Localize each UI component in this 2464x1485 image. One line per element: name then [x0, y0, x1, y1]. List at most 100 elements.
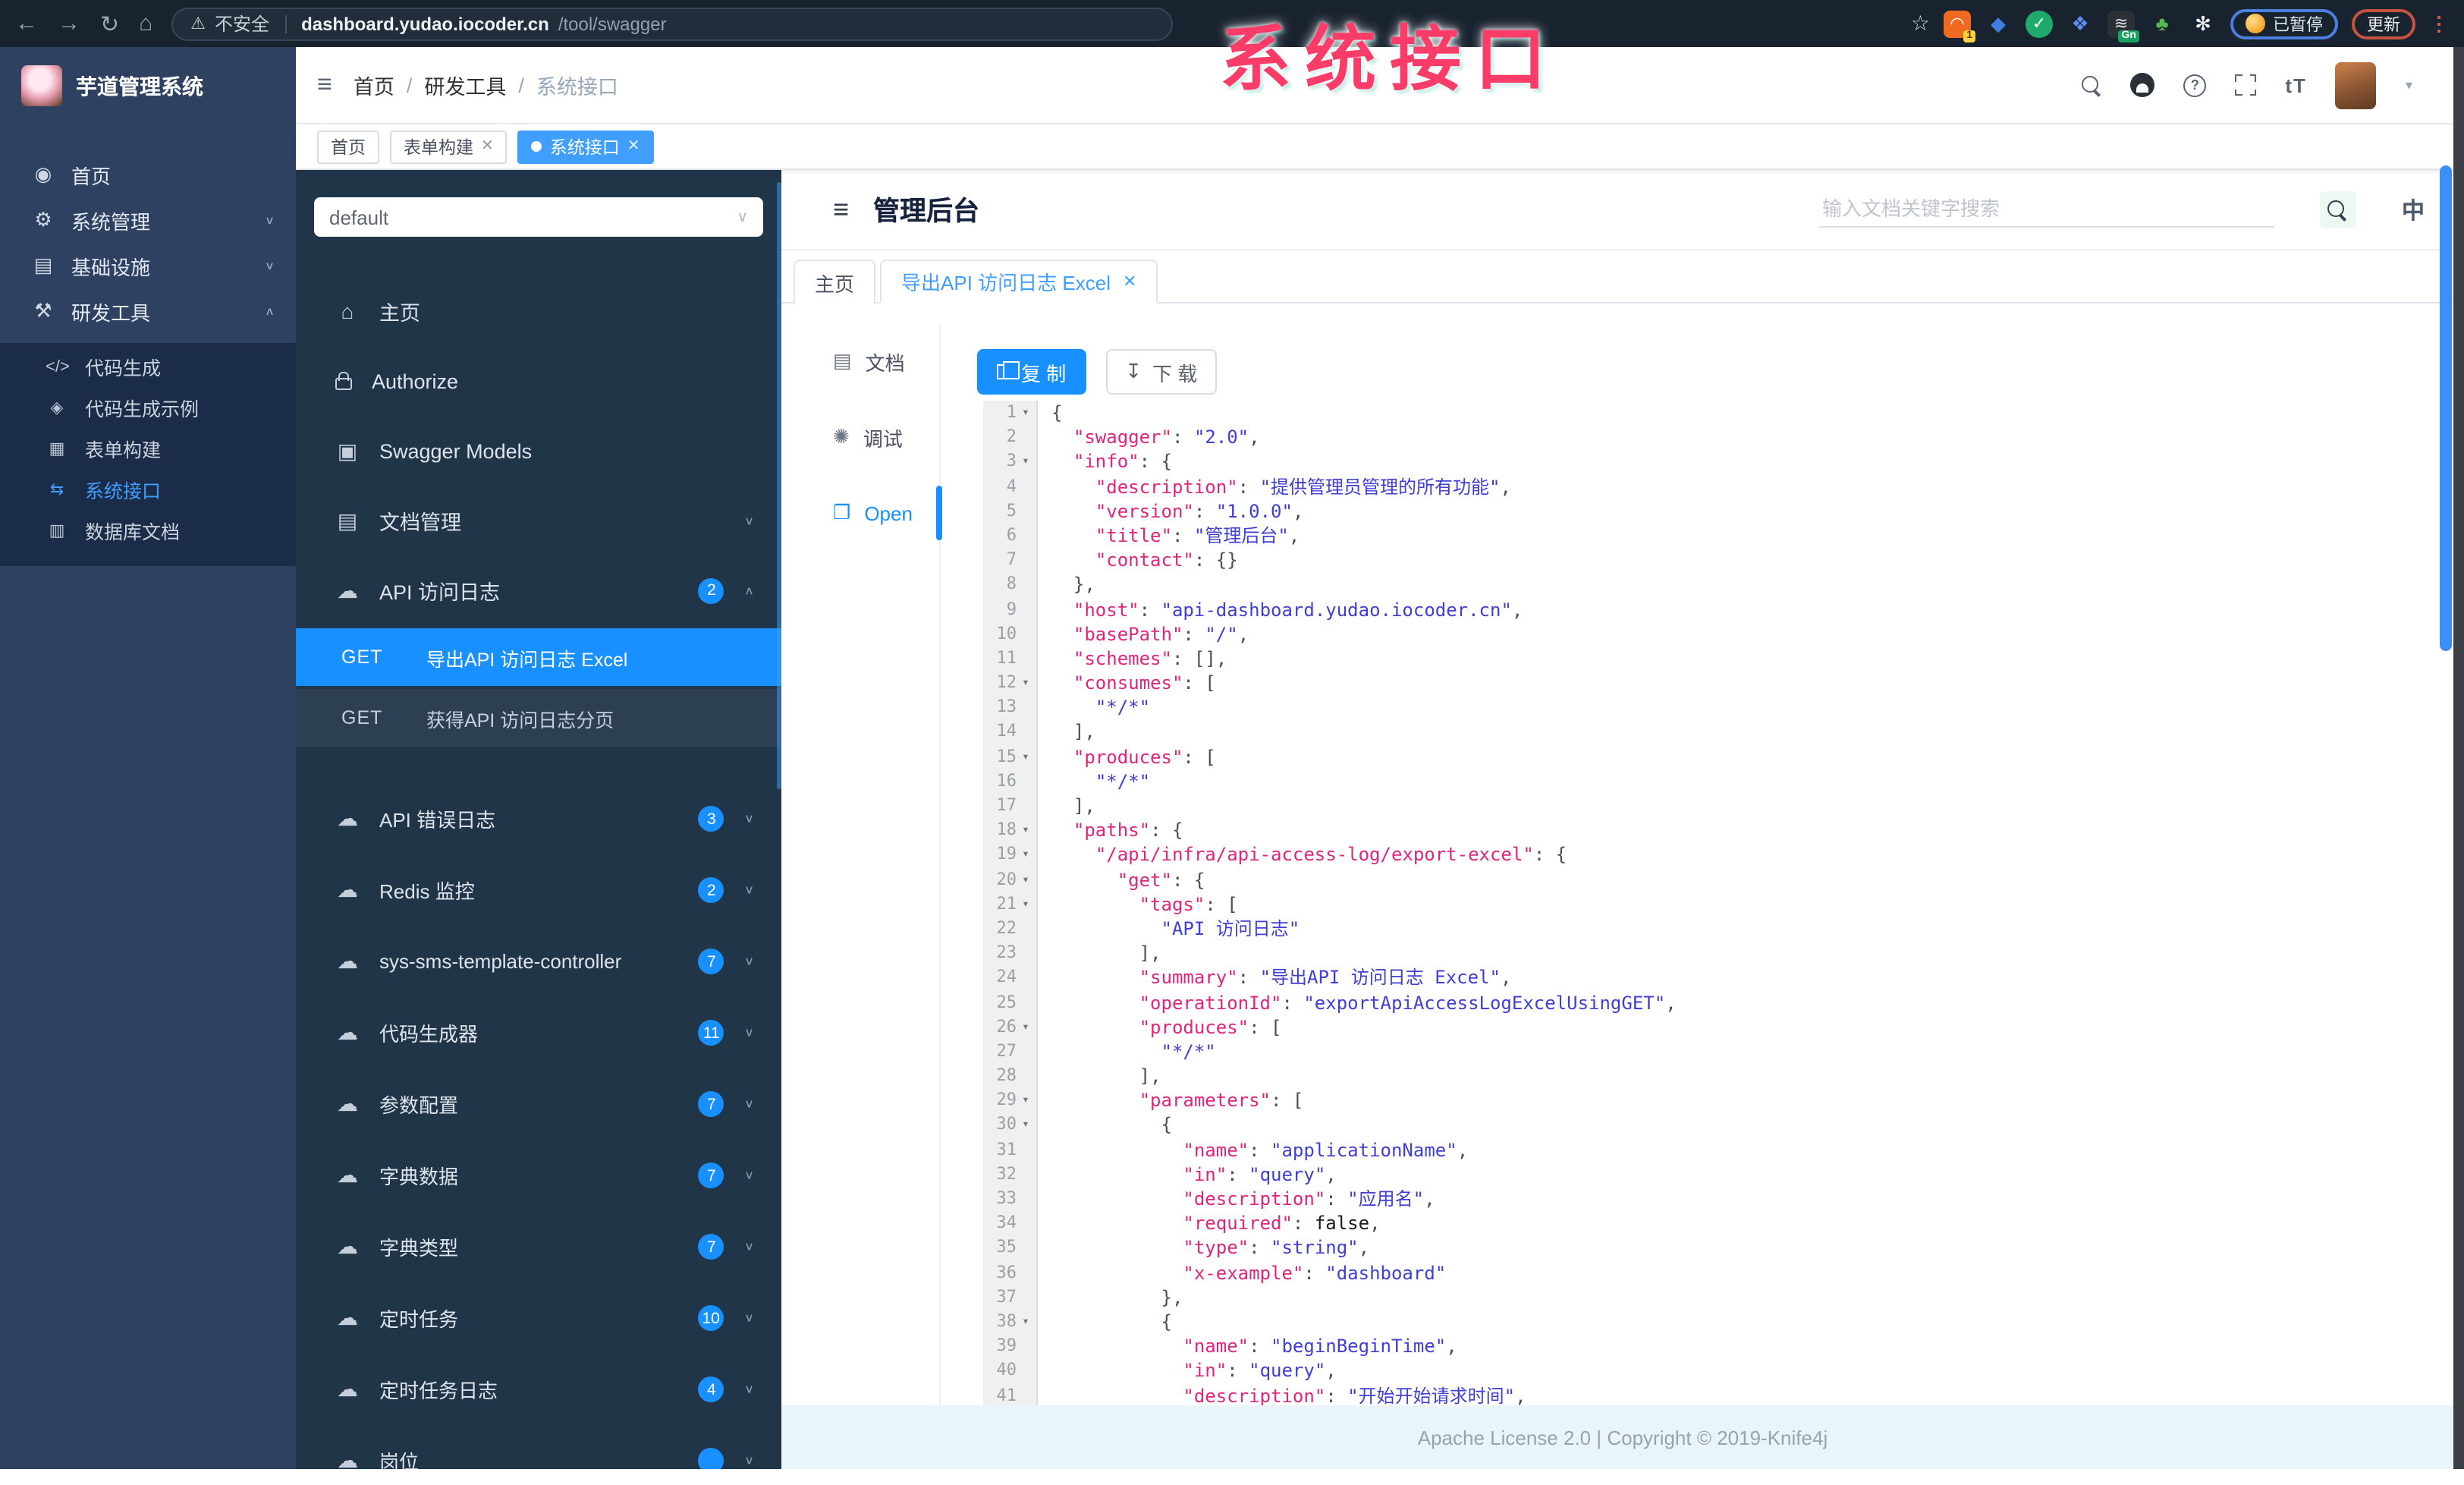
- search-icon[interactable]: [2082, 75, 2101, 95]
- line-gutter[interactable]: 25: [983, 990, 1038, 1015]
- swagger-controller-group[interactable]: ☁字典类型7∨: [296, 1211, 781, 1282]
- line-gutter[interactable]: 1▾: [983, 401, 1038, 425]
- sidebar-item[interactable]: ◉首页: [0, 152, 296, 197]
- line-gutter[interactable]: 40: [983, 1359, 1038, 1383]
- line-gutter[interactable]: 6: [983, 524, 1038, 548]
- sidebar-subitem[interactable]: </>代码生成: [0, 346, 296, 387]
- doc-tab[interactable]: 主页: [794, 260, 875, 304]
- line-gutter[interactable]: 35: [983, 1236, 1038, 1260]
- line-gutter[interactable]: 4: [983, 474, 1038, 499]
- extension-paused-pill[interactable]: 已暂停: [2230, 8, 2338, 39]
- swagger-controller-group[interactable]: ☁Redis 监控2∨: [296, 854, 781, 926]
- mini-nav-调试[interactable]: ✺调试: [781, 399, 939, 475]
- tag-item[interactable]: 表单构建✕: [390, 130, 508, 163]
- swagger-controller-group[interactable]: ☁参数配置7∨: [296, 1068, 781, 1140]
- line-gutter[interactable]: 2: [983, 425, 1038, 449]
- line-gutter[interactable]: 31: [983, 1137, 1038, 1162]
- breadcrumb-item[interactable]: 研发工具: [424, 70, 506, 100]
- avatar[interactable]: [2336, 61, 2377, 109]
- line-gutter[interactable]: 27: [983, 1040, 1038, 1064]
- tag-active[interactable]: 系统接口✕: [518, 130, 654, 163]
- line-gutter[interactable]: 33: [983, 1187, 1038, 1211]
- line-gutter[interactable]: 22: [983, 917, 1038, 941]
- browser-menu-icon[interactable]: ⋮: [2429, 11, 2449, 36]
- sidebar-subitem[interactable]: ▦表单构建: [0, 428, 296, 469]
- swagger-nav-item[interactable]: Authorize: [296, 346, 781, 416]
- swagger-controller-group[interactable]: ☁定时任务10∨: [296, 1282, 781, 1354]
- line-gutter[interactable]: 34: [983, 1211, 1038, 1235]
- sidebar-subitem[interactable]: ▥数据库文档: [0, 510, 296, 551]
- extension-icon[interactable]: ≋Gn: [2107, 10, 2135, 37]
- line-gutter[interactable]: 24: [983, 966, 1038, 990]
- line-gutter[interactable]: 38▾: [983, 1310, 1038, 1334]
- help-icon[interactable]: ?: [2183, 74, 2206, 96]
- line-gutter[interactable]: 23: [983, 941, 1038, 965]
- bookmark-star-icon[interactable]: ☆: [1911, 11, 1930, 36]
- tag-item[interactable]: 首页: [317, 130, 379, 163]
- reload-icon[interactable]: ↻: [100, 10, 119, 37]
- hamburger-icon[interactable]: ≡: [317, 70, 332, 100]
- github-icon[interactable]: [2130, 73, 2154, 97]
- extension-icon[interactable]: ✓: [2026, 10, 2053, 37]
- browser-update-button[interactable]: 更新: [2352, 8, 2415, 39]
- extension-icon[interactable]: ✻: [2189, 10, 2217, 37]
- line-gutter[interactable]: 30▾: [983, 1113, 1038, 1137]
- line-gutter[interactable]: 20▾: [983, 867, 1038, 892]
- page-scrollbar-thumb[interactable]: [2440, 165, 2452, 651]
- forward-icon[interactable]: →: [58, 11, 80, 36]
- fullscreen-icon[interactable]: [2235, 74, 2256, 96]
- language-icon[interactable]: 中: [2402, 193, 2425, 225]
- extension-icon[interactable]: ❖: [2066, 10, 2094, 37]
- line-gutter[interactable]: 16: [983, 769, 1038, 794]
- sidebar-item[interactable]: ⚙系统管理∨: [0, 197, 296, 243]
- sidebar-subitem[interactable]: ⇆系统接口: [0, 469, 296, 510]
- api-operation[interactable]: GET导出API 访问日志 Excel: [296, 628, 781, 686]
- line-gutter[interactable]: 10: [983, 621, 1038, 646]
- download-button[interactable]: ↧ 下 载: [1105, 349, 1217, 395]
- chevron-down-icon[interactable]: ▾: [2406, 77, 2412, 93]
- line-gutter[interactable]: 9: [983, 597, 1038, 621]
- swagger-nav-item[interactable]: ⌂主页: [296, 276, 781, 346]
- swagger-controller-group[interactable]: ☁API 错误日志3∨: [296, 783, 781, 854]
- line-gutter[interactable]: 11: [983, 647, 1038, 671]
- mini-nav-open[interactable]: ❐Open: [781, 475, 939, 551]
- line-gutter[interactable]: 12▾: [983, 671, 1038, 695]
- home-icon[interactable]: ⌂: [139, 11, 152, 36]
- swagger-controller-group[interactable]: ☁代码生成器11∨: [296, 997, 781, 1068]
- line-gutter[interactable]: 8: [983, 573, 1038, 597]
- line-gutter[interactable]: 26▾: [983, 1015, 1038, 1039]
- sidebar-item[interactable]: ▤基础设施∨: [0, 243, 296, 288]
- copy-button[interactable]: 复 制: [977, 349, 1086, 395]
- line-gutter[interactable]: 3▾: [983, 450, 1038, 474]
- line-gutter[interactable]: 5: [983, 499, 1038, 524]
- app-logo[interactable]: 芋道管理系统: [0, 47, 296, 124]
- api-group-select[interactable]: default ∨: [314, 197, 763, 237]
- line-gutter[interactable]: 41: [983, 1383, 1038, 1405]
- doc-tab[interactable]: 导出API 访问日志 Excel✕: [880, 260, 1158, 304]
- doc-search-input[interactable]: [1819, 191, 2274, 228]
- line-gutter[interactable]: 15▾: [983, 744, 1038, 769]
- line-gutter[interactable]: 7: [983, 548, 1038, 572]
- swagger-nav-item[interactable]: ▣Swagger Models: [296, 416, 781, 486]
- sidebar-subitem[interactable]: ◈代码生成示例: [0, 387, 296, 428]
- extension-icon[interactable]: ◠1: [1944, 10, 1971, 37]
- line-gutter[interactable]: 21▾: [983, 892, 1038, 917]
- swagger-controller-group[interactable]: ☁定时任务日志4∨: [296, 1354, 781, 1425]
- swagger-controller-group[interactable]: ☁sys-sms-template-controller7∨: [296, 926, 781, 997]
- swagger-controller-group[interactable]: ☁字典数据7∨: [296, 1140, 781, 1211]
- extension-icon[interactable]: ◆: [1985, 10, 2012, 37]
- line-gutter[interactable]: 39: [983, 1334, 1038, 1358]
- address-bar[interactable]: ⚠ 不安全 dashboard.yudao.iocoder.cn/tool/sw…: [171, 7, 1172, 40]
- line-gutter[interactable]: 14: [983, 720, 1038, 744]
- line-gutter[interactable]: 19▾: [983, 843, 1038, 867]
- line-gutter[interactable]: 28: [983, 1064, 1038, 1088]
- line-gutter[interactable]: 13: [983, 696, 1038, 720]
- extension-icon[interactable]: ♣: [2148, 10, 2176, 37]
- api-operation[interactable]: GET获得API 访问日志分页: [296, 689, 781, 747]
- code-editor[interactable]: 1▾{2 "swagger": "2.0",3▾ "info": {4 "des…: [983, 401, 2446, 1405]
- back-icon[interactable]: ←: [15, 11, 38, 36]
- collapse-sidebar-icon[interactable]: ≡: [833, 193, 849, 225]
- doc-search-icon[interactable]: [2320, 191, 2356, 228]
- swagger-nav-item[interactable]: ▤文档管理∨: [296, 486, 781, 555]
- line-gutter[interactable]: 17: [983, 794, 1038, 818]
